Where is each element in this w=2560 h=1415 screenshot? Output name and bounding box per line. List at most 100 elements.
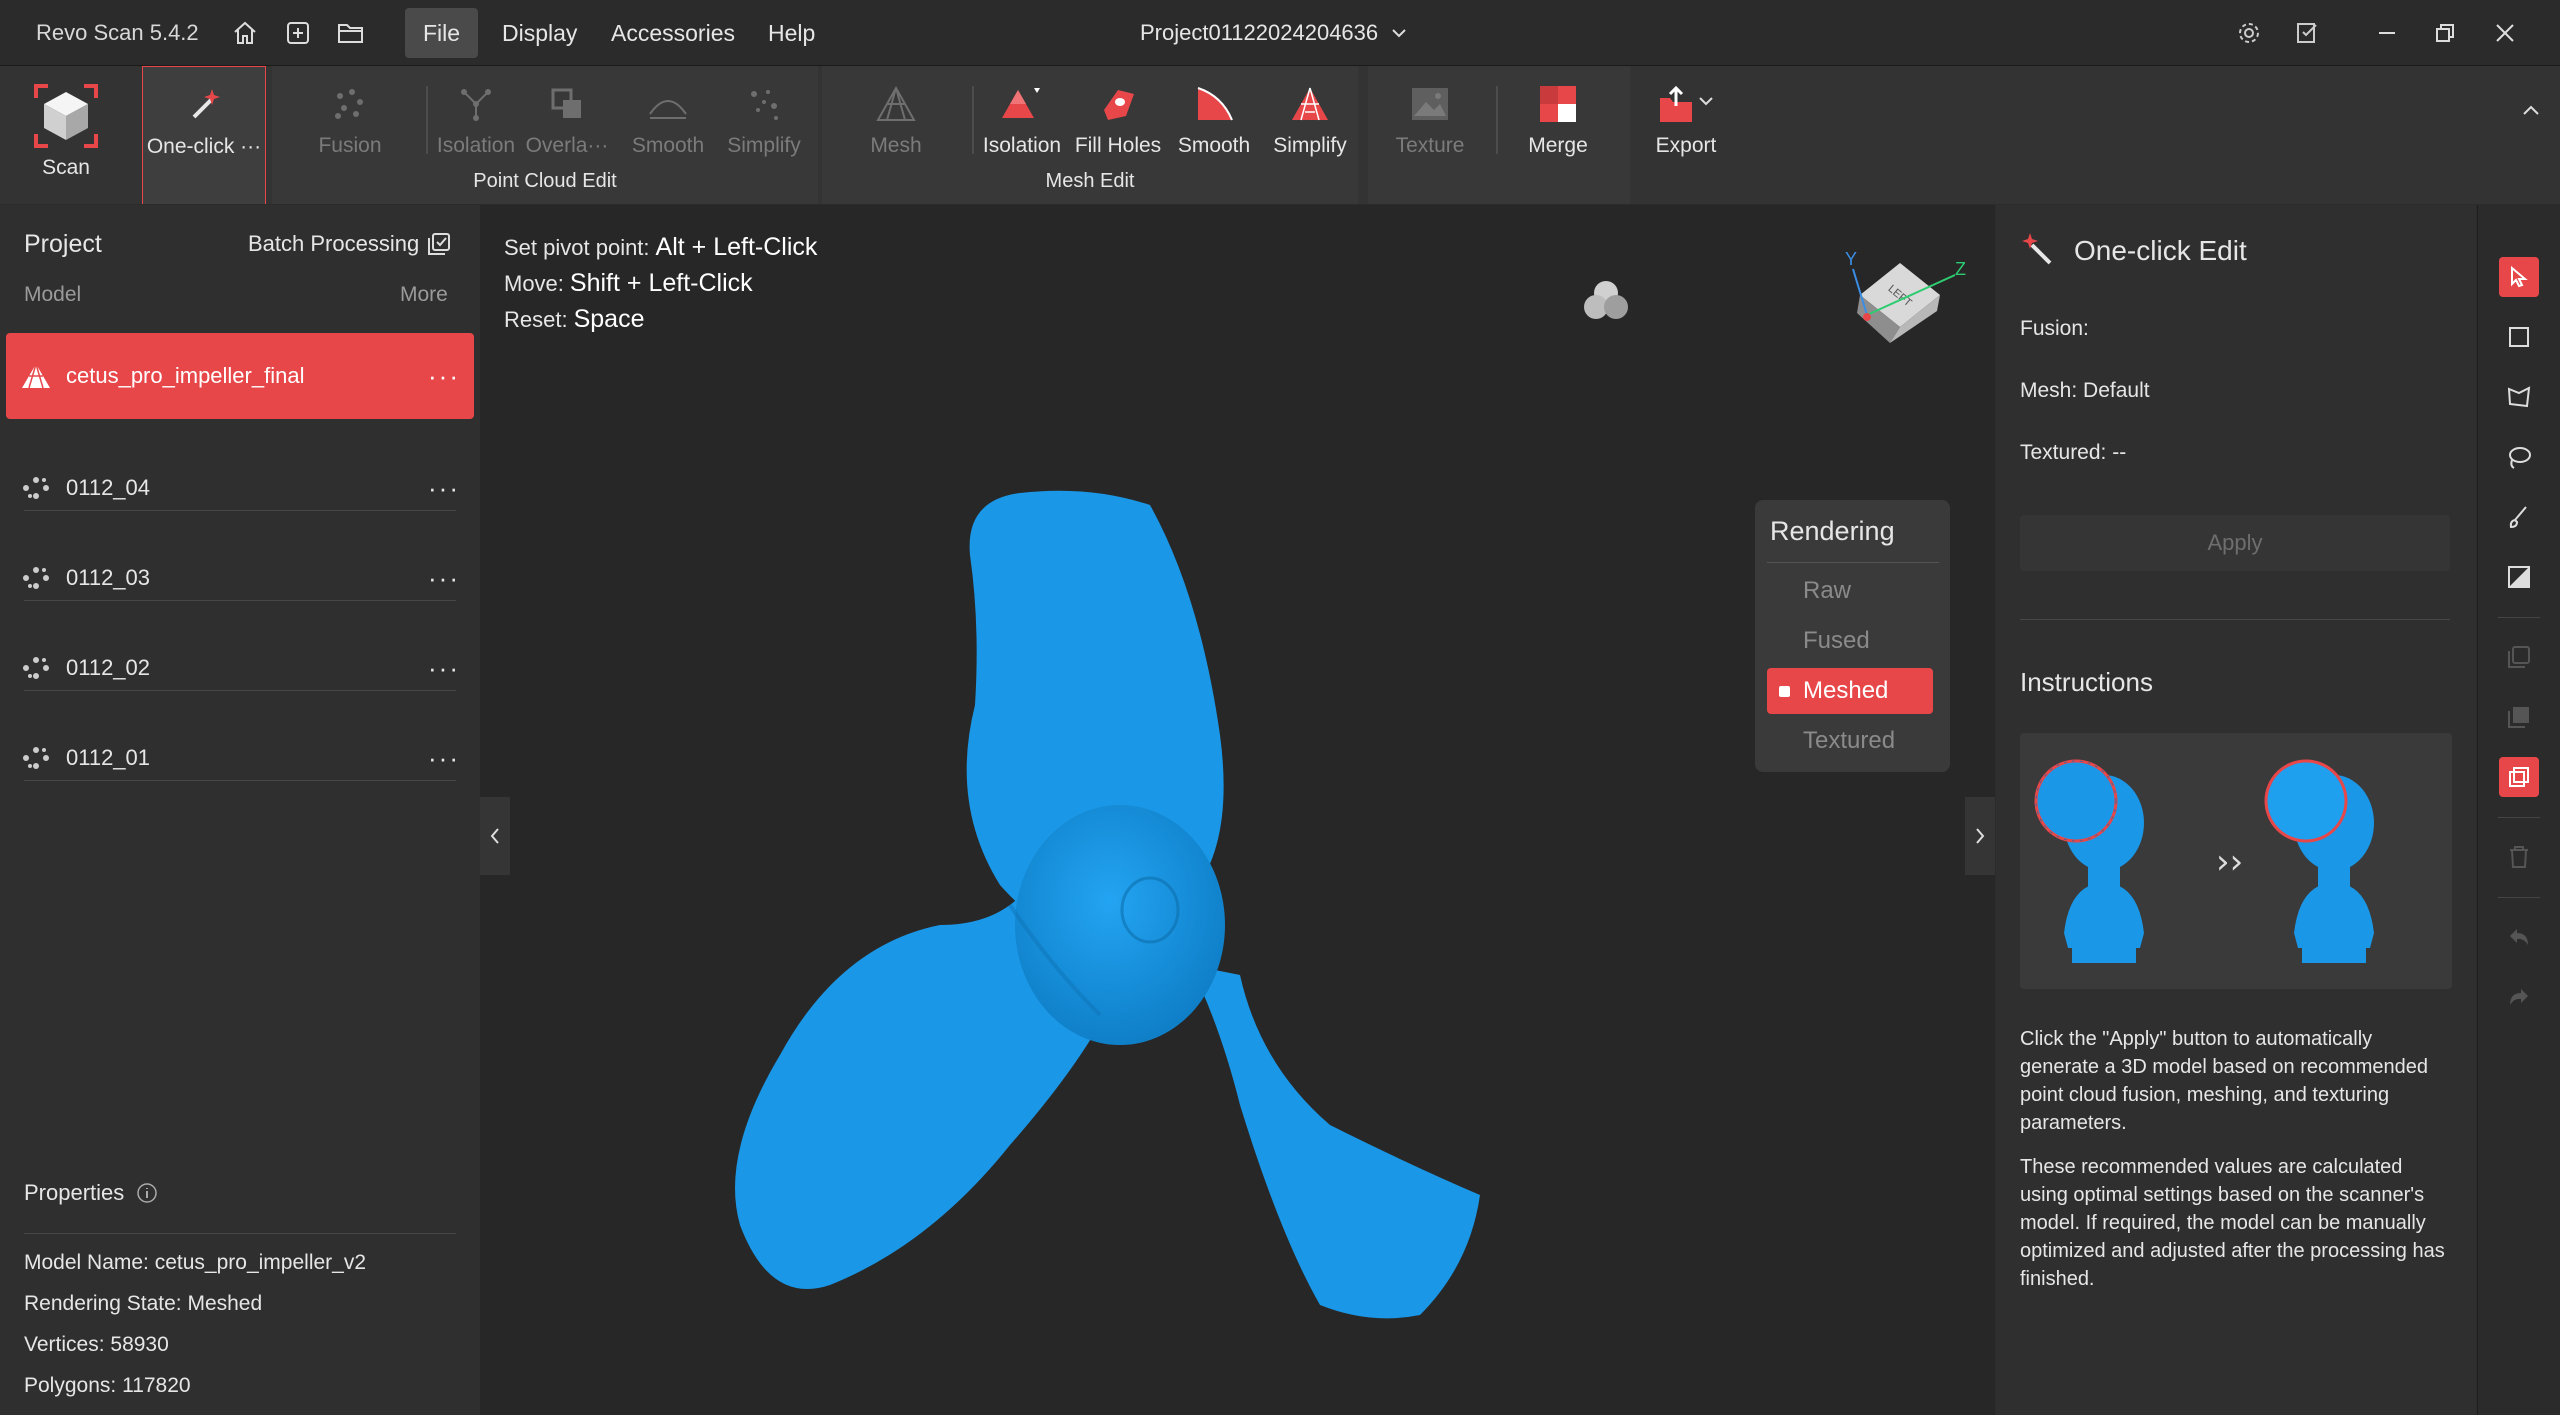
plane-cut-icon	[2508, 566, 2530, 588]
merge-label: Merge	[1528, 134, 1588, 157]
mesh-isolation-label: Isolation	[982, 134, 1062, 157]
scan-button[interactable]: Scan	[18, 80, 114, 180]
mesh-button[interactable]: Mesh	[848, 78, 944, 158]
menu-accessories[interactable]: Accessories	[593, 8, 753, 58]
model-more-button[interactable]: ···	[414, 653, 474, 684]
model-item[interactable]: 0112_02 ···	[6, 625, 474, 711]
collapse-toolbar-icon[interactable]	[2520, 102, 2542, 123]
export-button[interactable]: Export	[1636, 78, 1736, 158]
instructions-illustration: ››	[2020, 733, 2452, 989]
row-divider	[24, 510, 456, 511]
point-cloud-icon	[6, 744, 66, 772]
one-click-button[interactable]: One-click ···	[142, 66, 266, 204]
pc-isolation-button[interactable]: Isolation	[428, 78, 524, 158]
mesh-isolation-button[interactable]: Isolation	[974, 78, 1070, 158]
prop-polygons: Polygons: 117820	[24, 1374, 191, 1398]
apply-button[interactable]: Apply	[2020, 515, 2450, 571]
lighting-icon[interactable]	[1580, 275, 1632, 332]
one-click-edit-panel: One-click Edit Fusion: Mesh: Default Tex…	[1996, 205, 2476, 1415]
minimize-icon[interactable]	[2370, 16, 2404, 50]
mesh-simplify-button[interactable]: Simplify	[1262, 78, 1358, 158]
row-divider	[24, 690, 456, 691]
hint-move: Move: Shift + Left-Click	[504, 269, 753, 298]
home-icon[interactable]	[228, 16, 262, 50]
settings-gear-icon[interactable]	[2232, 16, 2266, 50]
batch-processing-button[interactable]: Batch Processing	[248, 231, 451, 257]
3d-viewport[interactable]: Set pivot point: Alt + Left-Click Move: Sh…	[480, 205, 1995, 1415]
rendering-panel: Rendering Raw Fused Meshed Textured	[1755, 500, 1950, 772]
collapse-left-panel-button[interactable]	[480, 797, 510, 875]
texture-label: Texture	[1395, 134, 1465, 157]
point-cloud-icon	[6, 564, 66, 592]
menu-help[interactable]: Help	[750, 8, 833, 58]
merge-button[interactable]: Merge	[1510, 78, 1606, 158]
render-option-raw[interactable]: Raw	[1767, 568, 1933, 614]
mesh-isolation-icon	[974, 78, 1070, 130]
merge-icon	[1510, 78, 1606, 130]
model-name: 0112_04	[66, 475, 151, 500]
hint-pivot: Set pivot point: Alt + Left-Click	[504, 233, 817, 262]
undo-tool[interactable]	[2499, 917, 2539, 957]
project-title[interactable]: Project01122024204636	[1140, 20, 1408, 46]
fill-holes-button[interactable]: Fill Holes	[1070, 78, 1166, 158]
prop-rendering-state: Rendering State: Meshed	[24, 1292, 262, 1316]
pointer-select-tool[interactable]	[2499, 257, 2539, 297]
fill-holes-label: Fill Holes	[1074, 134, 1162, 157]
point-cloud-icon	[6, 474, 66, 502]
close-icon[interactable]	[2488, 16, 2522, 50]
render-option-meshed[interactable]: Meshed	[1767, 668, 1933, 714]
menu-file[interactable]: File	[405, 8, 479, 58]
side-divider	[2498, 817, 2540, 818]
model-item[interactable]: 0112_04 ···	[6, 445, 474, 531]
lasso-select-tool[interactable]	[2499, 437, 2539, 477]
model-more-button[interactable]: ···	[414, 743, 474, 774]
view-cube-gizmo[interactable]: LEFT Y Z	[1845, 249, 1966, 357]
model-item-selected[interactable]: cetus_pro_impeller_final ···	[6, 333, 474, 419]
pc-simplify-button[interactable]: Simplify	[716, 78, 812, 158]
select-connected-tool[interactable]	[2499, 637, 2539, 677]
model-more-button[interactable]: ···	[414, 473, 474, 504]
collapse-right-panel-button[interactable]	[1965, 797, 1995, 875]
select-all-tool[interactable]	[2499, 757, 2539, 797]
model-name: 0112_01	[66, 745, 151, 770]
pc-fusion-button[interactable]: Fusion	[302, 78, 398, 158]
new-project-icon[interactable]	[281, 16, 315, 50]
feedback-icon[interactable]	[2290, 16, 2324, 50]
texture-button[interactable]: Texture	[1382, 78, 1478, 158]
info-icon[interactable]	[136, 1182, 158, 1204]
point-cloud-icon	[6, 654, 66, 682]
impeller-model[interactable]	[680, 325, 1680, 1405]
mesh-edit-group: Mesh Isolation Fill Holes Smooth Simplif…	[822, 66, 1358, 204]
invert-selection-tool[interactable]	[2499, 697, 2539, 737]
pc-overlap-button[interactable]: Overla···	[522, 78, 612, 158]
mesh-smooth-button[interactable]: Smooth	[1166, 78, 1262, 158]
brush-select-tool[interactable]	[2499, 497, 2539, 537]
prop-vertices: Vertices: 58930	[24, 1333, 169, 1357]
render-option-fused[interactable]: Fused	[1767, 618, 1933, 664]
model-more-button[interactable]: ···	[414, 361, 474, 392]
rectangle-select-tool[interactable]	[2499, 317, 2539, 357]
pc-smooth-button[interactable]: Smooth	[620, 78, 716, 158]
hint-label: Move:	[504, 271, 564, 296]
mesh-icon	[848, 78, 944, 130]
toolbar: Scan One-click ··· Fusion Isolation Over…	[0, 66, 2560, 204]
fusion-label: Fusion:	[2020, 317, 2089, 340]
row-divider	[24, 1233, 456, 1234]
model-item[interactable]: 0112_03 ···	[6, 535, 474, 621]
polygon-select-tool[interactable]	[2499, 377, 2539, 417]
model-more-button[interactable]: ···	[414, 563, 474, 594]
panel-divider	[2020, 619, 2450, 620]
open-folder-icon[interactable]	[334, 16, 368, 50]
batch-processing-label: Batch Processing	[248, 231, 420, 256]
pc-fusion-label: Fusion	[318, 134, 382, 157]
delete-tool[interactable]	[2499, 837, 2539, 877]
render-option-textured[interactable]: Textured	[1767, 718, 1933, 764]
mesh-smooth-label: Smooth	[1177, 134, 1251, 157]
plane-cut-tool[interactable]	[2499, 557, 2539, 597]
redo-tool[interactable]	[2499, 977, 2539, 1017]
menu-display[interactable]: Display	[484, 8, 595, 58]
model-item[interactable]: 0112_01 ···	[6, 715, 474, 801]
restore-icon[interactable]	[2428, 16, 2462, 50]
texture-icon	[1382, 78, 1478, 130]
hint-keys: Alt + Left-Click	[655, 233, 818, 261]
